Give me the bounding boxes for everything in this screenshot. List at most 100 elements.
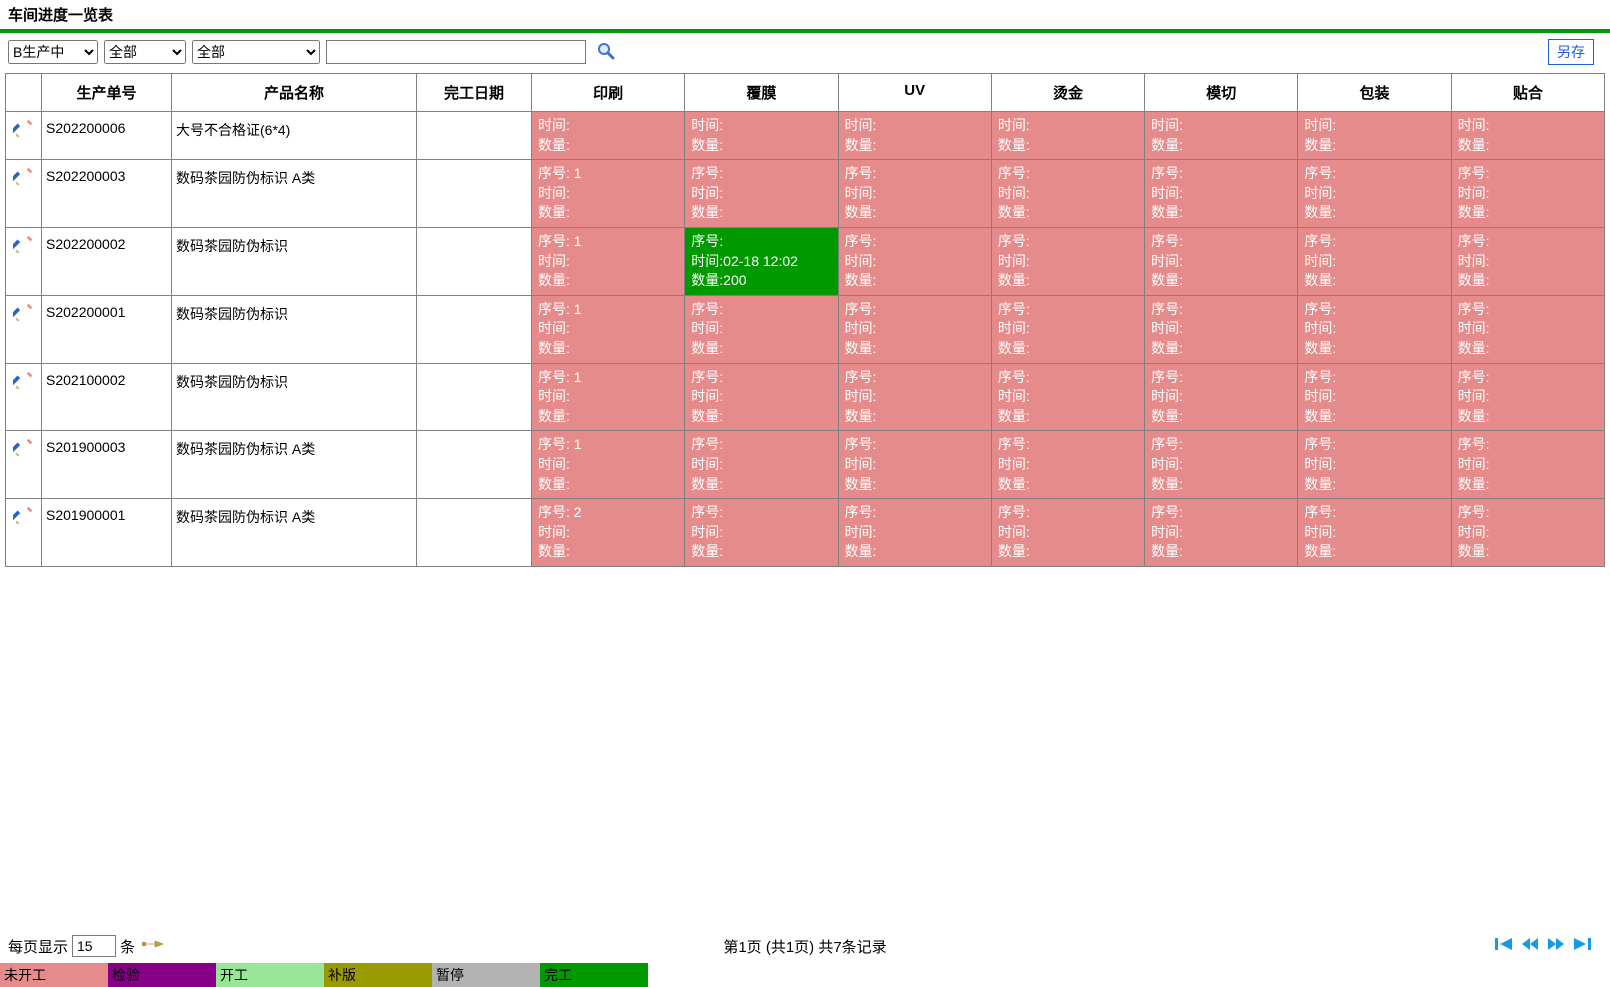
status-select[interactable]: B生产中 [8, 40, 98, 64]
footer-bar: 每页显示 条 第1页 (共1页) 共7条记录 未开工检验开工补版暂停完工 [0, 929, 1610, 987]
column-header: 贴合 [1451, 74, 1604, 112]
table-row: S201900003数码茶园防伪标识 A类序号: 1 时间: 数量:序号: 时间… [6, 431, 1605, 499]
table-row: S202100002数码茶园防伪标识序号: 1 时间: 数量:序号: 时间: 数… [6, 363, 1605, 431]
legend-item: 未开工 [0, 963, 108, 987]
table-row: S202200003数码茶园防伪标识 A类序号: 1 时间: 数量:序号: 时间… [6, 160, 1605, 228]
edit-button[interactable] [6, 112, 42, 160]
stage-cell[interactable]: 序号: 时间: 数量: [991, 499, 1144, 567]
stage-cell[interactable]: 序号: 时间: 数量: [1298, 160, 1451, 228]
stage-cell[interactable]: 序号: 时间: 数量: [838, 295, 991, 363]
stage-cell[interactable]: 序号: 时间: 数量: [1298, 499, 1451, 567]
legend-item: 检验 [108, 963, 216, 987]
stage-cell[interactable]: 时间: 数量: [1451, 112, 1604, 160]
stage-cell[interactable]: 序号: 时间: 数量: [991, 295, 1144, 363]
prev-page-icon[interactable] [1520, 936, 1540, 956]
stage-cell[interactable]: 序号: 1 时间: 数量: [532, 227, 685, 295]
search-input[interactable] [326, 40, 586, 64]
stage-cell[interactable]: 序号: 时间: 数量: [838, 160, 991, 228]
last-page-icon[interactable] [1572, 936, 1592, 956]
edit-button[interactable] [6, 431, 42, 499]
column-header: 烫金 [991, 74, 1144, 112]
stage-cell[interactable]: 序号: 时间: 数量: [991, 160, 1144, 228]
search-icon[interactable] [596, 41, 616, 64]
column-header [6, 74, 42, 112]
stage-cell[interactable]: 序号: 时间: 数量: [838, 363, 991, 431]
table-row: S202200002数码茶园防伪标识序号: 1 时间: 数量:序号: 时间:02… [6, 227, 1605, 295]
stage-cell[interactable]: 序号: 时间: 数量: [1145, 227, 1298, 295]
pencil-icon [13, 311, 35, 327]
finish-date-cell [417, 160, 532, 228]
product-name-cell: 数码茶园防伪标识 A类 [172, 499, 417, 567]
stage-cell[interactable]: 序号: 时间: 数量: [685, 431, 838, 499]
stage-cell[interactable]: 序号: 1 时间: 数量: [532, 431, 685, 499]
table-row: S202200006大号不合格证(6*4)时间: 数量:时间: 数量:时间: 数… [6, 112, 1605, 160]
stage-cell[interactable]: 序号: 时间: 数量: [1298, 363, 1451, 431]
column-header: UV [838, 74, 991, 112]
stage-cell[interactable]: 序号: 时间: 数量: [838, 431, 991, 499]
stage-cell[interactable]: 序号: 时间: 数量: [991, 227, 1144, 295]
stage-cell[interactable]: 序号: 1 时间: 数量: [532, 363, 685, 431]
hand-pointer-icon[interactable] [141, 935, 165, 957]
stage-cell[interactable]: 时间: 数量: [1145, 112, 1298, 160]
stage-cell[interactable]: 时间: 数量: [838, 112, 991, 160]
stage-cell[interactable]: 时间: 数量: [1298, 112, 1451, 160]
stage-cell[interactable]: 序号: 1 时间: 数量: [532, 295, 685, 363]
stage-cell[interactable]: 序号: 时间: 数量: [685, 363, 838, 431]
category1-select[interactable]: 全部 [104, 40, 186, 64]
pencil-icon [13, 514, 35, 530]
stage-cell[interactable]: 序号: 时间: 数量: [685, 160, 838, 228]
stage-cell[interactable]: 序号: 时间: 数量: [1145, 160, 1298, 228]
legend-item: 补版 [324, 963, 432, 987]
column-header: 完工日期 [417, 74, 532, 112]
next-page-icon[interactable] [1546, 936, 1566, 956]
stage-cell[interactable]: 序号: 时间: 数量: [1451, 499, 1604, 567]
stage-cell[interactable]: 序号: 时间: 数量: [838, 499, 991, 567]
stage-cell[interactable]: 序号: 时间: 数量: [1451, 227, 1604, 295]
edit-button[interactable] [6, 499, 42, 567]
per-page-input[interactable] [72, 935, 116, 957]
stage-cell[interactable]: 序号: 时间: 数量: [1145, 499, 1298, 567]
order-no-cell: S202200003 [42, 160, 172, 228]
edit-button[interactable] [6, 160, 42, 228]
stage-cell[interactable]: 序号: 时间: 数量: [1451, 431, 1604, 499]
stage-cell[interactable]: 序号: 时间: 数量: [991, 363, 1144, 431]
stage-cell[interactable]: 时间: 数量: [991, 112, 1144, 160]
column-header: 包装 [1298, 74, 1451, 112]
pager-row: 每页显示 条 第1页 (共1页) 共7条记录 [0, 929, 1610, 963]
stage-cell[interactable]: 序号: 时间: 数量: [1145, 295, 1298, 363]
stage-cell[interactable]: 序号: 时间: 数量: [1298, 431, 1451, 499]
stage-cell[interactable]: 序号: 时间: 数量: [1451, 160, 1604, 228]
pencil-icon [13, 243, 35, 259]
stage-cell[interactable]: 序号: 时间:02-18 12:02 数量:200 [685, 227, 838, 295]
stage-cell[interactable]: 时间: 数量: [685, 112, 838, 160]
stage-cell[interactable]: 序号: 1 时间: 数量: [532, 160, 685, 228]
finish-date-cell [417, 227, 532, 295]
stage-cell[interactable]: 序号: 时间: 数量: [1298, 227, 1451, 295]
order-no-cell: S202100002 [42, 363, 172, 431]
filter-bar: B生产中 全部 全部 另存 [0, 33, 1610, 73]
stage-cell[interactable]: 序号: 时间: 数量: [838, 227, 991, 295]
save-as-button[interactable]: 另存 [1548, 39, 1594, 65]
stage-cell[interactable]: 序号: 时间: 数量: [1451, 295, 1604, 363]
product-name-cell: 数码茶园防伪标识 [172, 295, 417, 363]
edit-button[interactable] [6, 227, 42, 295]
order-no-cell: S201900003 [42, 431, 172, 499]
stage-cell[interactable]: 序号: 时间: 数量: [685, 499, 838, 567]
stage-cell[interactable]: 序号: 时间: 数量: [1298, 295, 1451, 363]
stage-cell[interactable]: 序号: 时间: 数量: [1451, 363, 1604, 431]
stage-cell[interactable]: 序号: 时间: 数量: [685, 295, 838, 363]
stage-cell[interactable]: 序号: 时间: 数量: [1145, 363, 1298, 431]
stage-cell[interactable]: 序号: 时间: 数量: [1145, 431, 1298, 499]
stage-cell[interactable]: 时间: 数量: [532, 112, 685, 160]
edit-button[interactable] [6, 363, 42, 431]
order-no-cell: S202200006 [42, 112, 172, 160]
table-row: S202200001数码茶园防伪标识序号: 1 时间: 数量:序号: 时间: 数… [6, 295, 1605, 363]
first-page-icon[interactable] [1494, 936, 1514, 956]
finish-date-cell [417, 295, 532, 363]
edit-button[interactable] [6, 295, 42, 363]
category2-select[interactable]: 全部 [192, 40, 320, 64]
stage-cell[interactable]: 序号: 2 时间: 数量: [532, 499, 685, 567]
stage-cell[interactable]: 序号: 时间: 数量: [991, 431, 1144, 499]
per-page-label-prefix: 每页显示 [8, 936, 68, 957]
pager-summary: 第1页 (共1页) 共7条记录 [723, 936, 886, 957]
